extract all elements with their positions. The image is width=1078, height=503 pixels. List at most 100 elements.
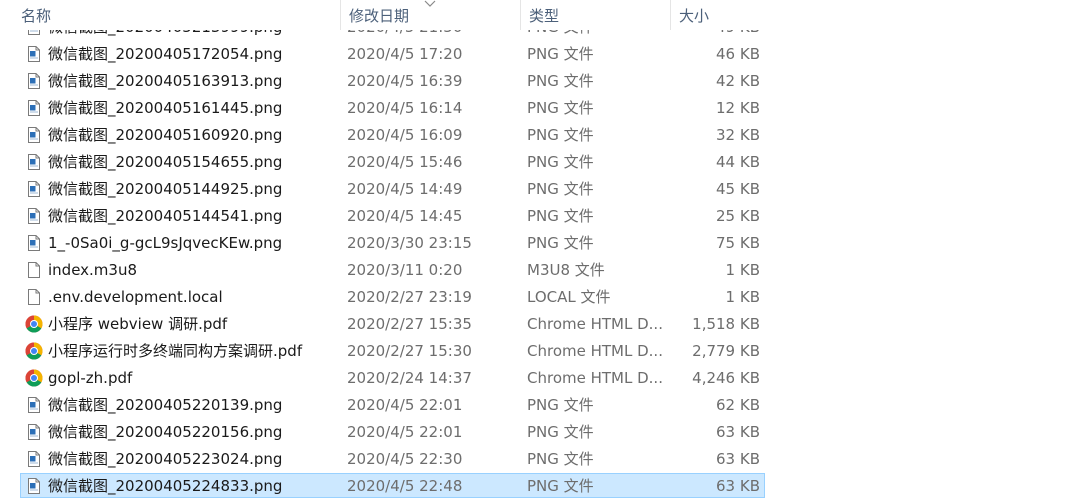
image-file-icon bbox=[25, 477, 43, 495]
file-name: 微信截图_20200405144541.png bbox=[48, 207, 283, 225]
file-row[interactable]: .env.development.local 2020/2/27 23:19 LOC… bbox=[20, 284, 765, 309]
file-name: .env.development.local bbox=[48, 288, 223, 306]
column-header-size[interactable]: 大小 bbox=[670, 0, 770, 30]
file-size: 2,779 KB bbox=[692, 342, 760, 360]
file-name: 微信截图_20200405223024.png bbox=[48, 450, 283, 468]
sort-descending-icon bbox=[424, 0, 436, 7]
file-name: 微信截图_20200405220156.png bbox=[48, 423, 283, 441]
file-date-modified: 2020/3/30 23:15 bbox=[347, 234, 472, 252]
file-row[interactable]: 微信截图_20200405163913.png 2020/4/5 16:39 PNG… bbox=[20, 68, 765, 93]
file-row[interactable]: 1_-0Sa0i_g-gcL9sJqvecKEw.png 2020/3/30 23… bbox=[20, 230, 765, 255]
file-type: PNG 文件 bbox=[527, 207, 594, 225]
file-date-modified: 2020/2/27 23:19 bbox=[347, 288, 472, 306]
file-date-modified: 2020/4/5 22:48 bbox=[347, 477, 463, 495]
file-type: Chrome HTML D... bbox=[527, 369, 663, 387]
file-date-modified: 2020/2/27 15:30 bbox=[347, 342, 472, 360]
image-file-icon bbox=[25, 450, 43, 468]
file-type: PNG 文件 bbox=[527, 180, 594, 198]
blank-file-icon bbox=[25, 261, 43, 279]
image-file-icon bbox=[25, 180, 43, 198]
file-row[interactable]: gopl-zh.pdf 2020/2/24 14:37 Chrome HTML D.… bbox=[20, 365, 765, 390]
file-date-modified: 2020/4/5 15:46 bbox=[347, 153, 463, 171]
file-name: 微信截图_20200405220139.png bbox=[48, 396, 283, 414]
file-row[interactable]: 微信截图_20200405160920.png 2020/4/5 16:09 PNG… bbox=[20, 122, 765, 147]
file-name: 微信截图_20200405154655.png bbox=[48, 153, 283, 171]
column-header-name[interactable]: 名称 bbox=[13, 0, 340, 30]
blank-file-icon bbox=[25, 288, 43, 306]
file-row[interactable]: 微信截图_20200405172054.png 2020/4/5 17:20 PNG… bbox=[20, 41, 765, 66]
file-type: PNG 文件 bbox=[527, 153, 594, 171]
file-row[interactable]: 微信截图_20200405224833.png 2020/4/5 22:48 PNG… bbox=[20, 473, 765, 498]
file-name: 小程序 webview 调研.pdf bbox=[48, 315, 228, 333]
file-name: gopl-zh.pdf bbox=[48, 369, 133, 387]
file-date-modified: 2020/4/5 22:01 bbox=[347, 423, 463, 441]
image-file-icon bbox=[25, 72, 43, 90]
file-type: PNG 文件 bbox=[527, 396, 594, 414]
file-date-modified: 2020/2/24 14:37 bbox=[347, 369, 472, 387]
file-row[interactable]: 微信截图_20200405223024.png 2020/4/5 22:30 PNG… bbox=[20, 446, 765, 471]
file-date-modified: 2020/4/5 14:49 bbox=[347, 180, 463, 198]
file-row[interactable]: 微信截图_20200405154655.png 2020/4/5 15:46 PNG… bbox=[20, 149, 765, 174]
file-name: 小程序运行时多终端同构方案调研.pdf bbox=[48, 342, 303, 360]
file-date-modified: 2020/4/5 22:30 bbox=[347, 450, 463, 468]
image-file-icon bbox=[25, 153, 43, 171]
image-file-icon bbox=[25, 396, 43, 414]
file-type: PNG 文件 bbox=[527, 423, 594, 441]
file-date-modified: 2020/4/5 16:39 bbox=[347, 72, 463, 90]
file-name: 微信截图_20200405160920.png bbox=[48, 126, 283, 144]
file-size: 1 KB bbox=[725, 261, 760, 279]
file-row[interactable]: 微信截图_20200405220156.png 2020/4/5 22:01 PNG… bbox=[20, 419, 765, 444]
file-size: 63 KB bbox=[716, 477, 760, 495]
file-size: 44 KB bbox=[716, 153, 760, 171]
file-size: 42 KB bbox=[716, 72, 760, 90]
file-row[interactable]: 小程序运行时多终端同构方案调研.pdf 2020/2/27 15:30 Chrome… bbox=[20, 338, 765, 363]
file-row[interactable]: 微信截图_20200405144541.png 2020/4/5 14:45 PNG… bbox=[20, 203, 765, 228]
image-file-icon bbox=[25, 99, 43, 117]
file-size: 62 KB bbox=[716, 396, 760, 414]
image-file-icon bbox=[25, 234, 43, 252]
file-row[interactable]: 小程序 webview 调研.pdf 2020/2/27 15:35 Chrome … bbox=[20, 311, 765, 336]
file-row[interactable]: 微信截图_20200405144925.png 2020/4/5 14:49 PNG… bbox=[20, 176, 765, 201]
file-name: 微信截图_20200405163913.png bbox=[48, 72, 283, 90]
chrome-icon bbox=[25, 369, 43, 387]
file-name: 微信截图_20200405144925.png bbox=[48, 180, 283, 198]
file-size: 12 KB bbox=[716, 99, 760, 117]
file-date-modified: 2020/4/5 14:45 bbox=[347, 207, 463, 225]
file-size: 4,246 KB bbox=[692, 369, 760, 387]
file-date-modified: 2020/2/27 15:35 bbox=[347, 315, 472, 333]
file-date-modified: 2020/4/5 17:20 bbox=[347, 45, 463, 63]
file-type: PNG 文件 bbox=[527, 450, 594, 468]
file-name: 1_-0Sa0i_g-gcL9sJqvecKEw.png bbox=[48, 234, 283, 252]
chrome-icon bbox=[25, 315, 43, 333]
file-name: 微信截图_20200405172054.png bbox=[48, 45, 283, 63]
file-type: PNG 文件 bbox=[527, 45, 594, 63]
file-date-modified: 2020/3/11 0:20 bbox=[347, 261, 463, 279]
file-row[interactable]: 微信截图_20200405220139.png 2020/4/5 22:01 PNG… bbox=[20, 392, 765, 417]
file-size: 1,518 KB bbox=[692, 315, 760, 333]
chrome-icon bbox=[25, 342, 43, 360]
image-file-icon bbox=[25, 45, 43, 63]
file-row[interactable]: 微信截图_20200405161445.png 2020/4/5 16:14 PNG… bbox=[20, 95, 765, 120]
image-file-icon bbox=[25, 126, 43, 144]
file-size: 63 KB bbox=[716, 450, 760, 468]
file-size: 63 KB bbox=[716, 423, 760, 441]
file-type: Chrome HTML D... bbox=[527, 315, 663, 333]
image-file-icon bbox=[25, 423, 43, 441]
file-type: M3U8 文件 bbox=[527, 261, 605, 279]
file-type: PNG 文件 bbox=[527, 99, 594, 117]
file-size: 32 KB bbox=[716, 126, 760, 144]
column-header-bar: 名称 修改日期 类型 大小 bbox=[0, 0, 770, 30]
file-date-modified: 2020/4/5 16:14 bbox=[347, 99, 463, 117]
file-type: LOCAL 文件 bbox=[527, 288, 611, 306]
file-type: PNG 文件 bbox=[527, 126, 594, 144]
column-header-type[interactable]: 类型 bbox=[520, 0, 670, 30]
file-size: 45 KB bbox=[716, 180, 760, 198]
file-date-modified: 2020/4/5 16:09 bbox=[347, 126, 463, 144]
file-type: PNG 文件 bbox=[527, 477, 594, 495]
file-name: index.m3u8 bbox=[48, 261, 138, 279]
file-name: 微信截图_20200405161445.png bbox=[48, 99, 283, 117]
file-size: 1 KB bbox=[725, 288, 760, 306]
file-row[interactable]: index.m3u8 2020/3/11 0:20 M3U8 文件 1 KB bbox=[20, 257, 765, 282]
file-type: PNG 文件 bbox=[527, 234, 594, 252]
file-size: 46 KB bbox=[716, 45, 760, 63]
